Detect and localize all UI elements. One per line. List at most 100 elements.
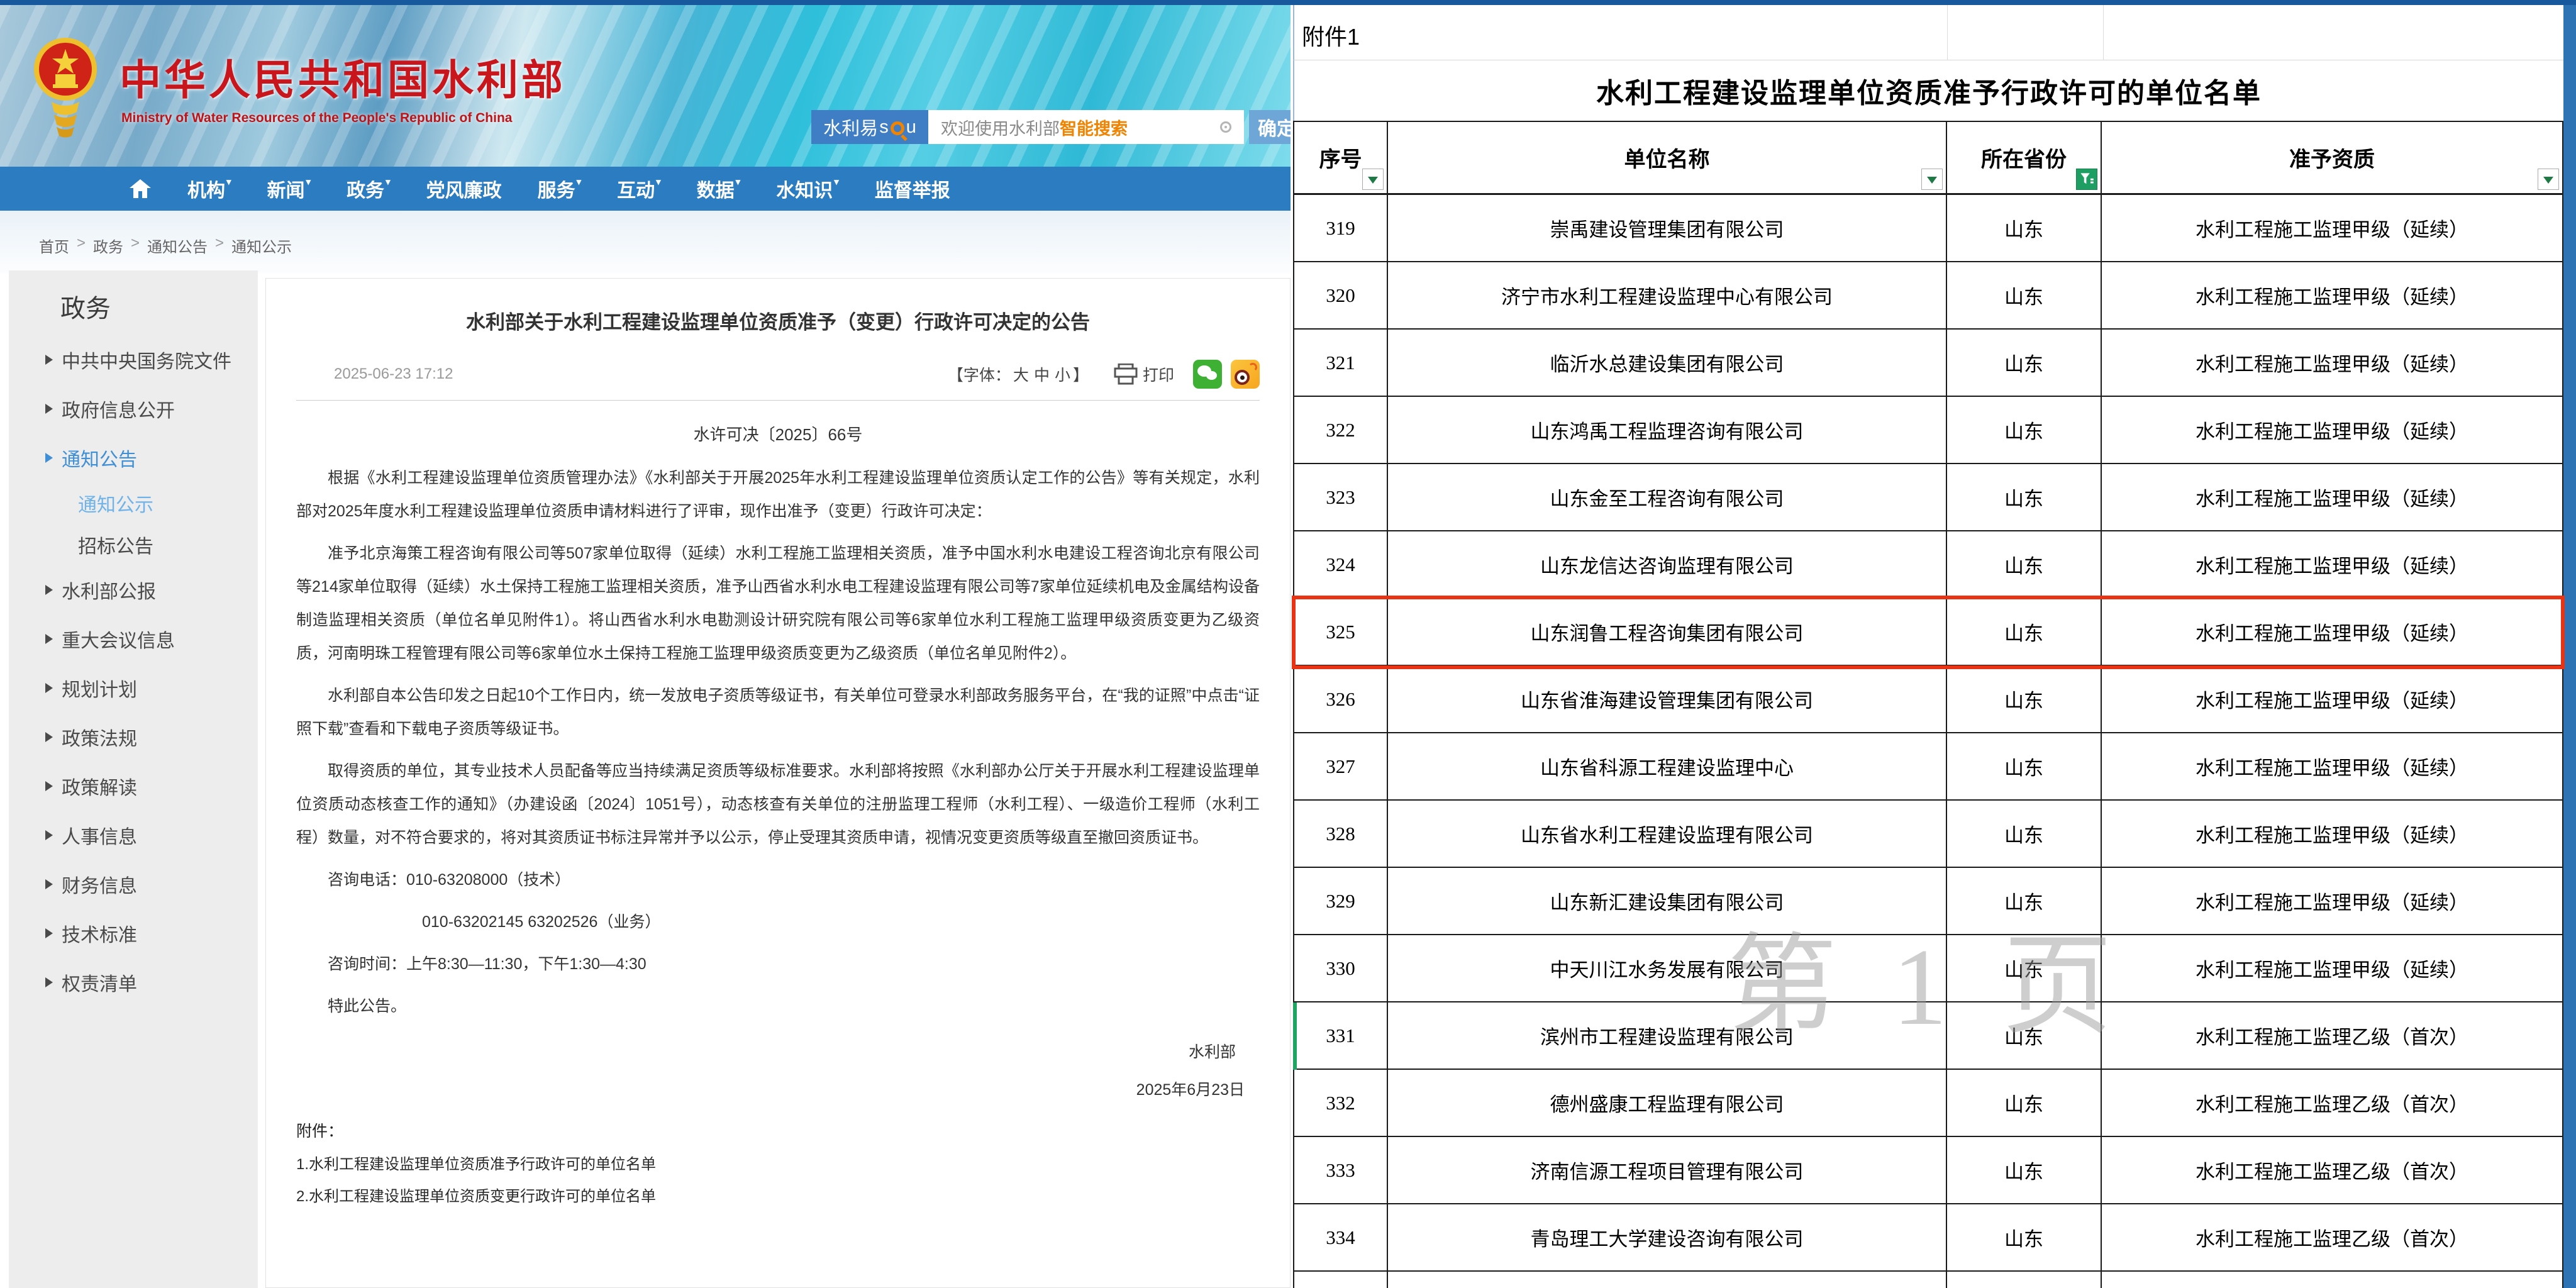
sidebar-item-1[interactable]: 中共中央国务院文件 — [45, 346, 258, 374]
cell-seq[interactable]: 334 — [1294, 1204, 1388, 1270]
cell-province[interactable]: 山东 — [1947, 801, 2102, 867]
sidebar-item-9[interactable]: 政策法规 — [45, 723, 258, 751]
cell-seq[interactable]: 322 — [1294, 397, 1388, 463]
cell-province[interactable]: 山东 — [1947, 1204, 2102, 1270]
breadcrumb-item-3[interactable]: 通知公告 — [147, 235, 208, 257]
cell-name[interactable]: 山东省水利工程建设监理有限公司 — [1388, 801, 1947, 867]
sidebar-item-8[interactable]: 规划计划 — [45, 674, 258, 702]
nav-item-1[interactable]: 机构▾ — [187, 175, 231, 203]
cell-name[interactable]: 滨州市工程建设监理有限公司 — [1388, 1002, 1947, 1069]
nav-item-8[interactable]: 水知识▾ — [776, 175, 839, 203]
font-size-large[interactable]: 大 — [1013, 367, 1029, 384]
cell-seq[interactable]: 324 — [1294, 531, 1388, 597]
cell-seq[interactable]: 329 — [1294, 868, 1388, 934]
filter-dropdown-icon[interactable] — [2538, 169, 2559, 190]
cell-province[interactable]: 山东 — [1947, 868, 2102, 934]
cell-name[interactable]: 山东润鲁工程咨询集团有限公司 — [1388, 599, 1947, 665]
filter-dropdown-icon[interactable] — [1362, 169, 1384, 190]
sidebar-item-7[interactable]: 重大会议信息 — [45, 625, 258, 653]
nav-item-9[interactable]: 监督举报 — [875, 175, 950, 203]
cell-seq[interactable]: 331 — [1294, 1002, 1388, 1069]
nav-item-2[interactable]: 新闻▾ — [267, 175, 311, 203]
cell-province[interactable]: 山东 — [1947, 262, 2102, 328]
cell-name[interactable]: 山东金至工程咨询有限公司 — [1388, 464, 1947, 530]
cell-name[interactable]: 青岛理工大学建设咨询有限公司 — [1388, 1204, 1947, 1270]
font-size-small[interactable]: 小 — [1055, 367, 1070, 384]
cell-province[interactable]: 山东 — [1947, 1002, 2102, 1069]
search-input[interactable]: 欢迎使用水利部智能搜索 — [928, 110, 1244, 144]
sidebar-subitem-5[interactable]: 招标公告 — [78, 531, 258, 558]
cell-qualification[interactable]: 水利工程施工监理甲级（延续） — [2102, 330, 2562, 396]
cell-qualification[interactable]: 水利工程施工监理甲级（延续） — [2102, 733, 2562, 799]
column-header-2[interactable]: 单位名称 — [1388, 122, 1947, 193]
cell-seq[interactable]: 321 — [1294, 330, 1388, 396]
cell-province[interactable]: 山东 — [1947, 666, 2102, 732]
cell-province[interactable]: 山东 — [1947, 330, 2102, 396]
column-header-1[interactable]: 序号 — [1294, 122, 1388, 193]
cell-name[interactable]: 山东新汇建设集团有限公司 — [1388, 868, 1947, 934]
cell-name[interactable]: 济宁市水利工程建设监理中心有限公司 — [1388, 262, 1947, 328]
nav-item-6[interactable]: 互动▾ — [617, 175, 661, 203]
sidebar-subitem-4[interactable]: 通知公示 — [78, 489, 258, 517]
cell-qualification[interactable]: 水利工程施工监理甲级（延续） — [2102, 397, 2562, 463]
cell-province[interactable]: 山东 — [1947, 531, 2102, 597]
filter-active-icon[interactable] — [2076, 169, 2097, 190]
cell-seq[interactable]: 319 — [1294, 195, 1388, 261]
cell-qualification[interactable]: 水利工程施工监理甲级（延续） — [2102, 666, 2562, 732]
sidebar-item-3[interactable]: 通知公告 — [45, 444, 258, 472]
cell-name[interactable]: 临沂水总建设集团有限公司 — [1388, 330, 1947, 396]
cell-seq[interactable]: 323 — [1294, 464, 1388, 530]
breadcrumb-item-2[interactable]: 政务 — [93, 235, 123, 257]
sidebar-item-12[interactable]: 财务信息 — [45, 870, 258, 898]
cell-qualification[interactable]: 水利工程施工监理乙级（首次） — [2102, 1137, 2562, 1203]
cell-seq[interactable]: 327 — [1294, 733, 1388, 799]
cell-name[interactable]: 德州盛康工程监理有限公司 — [1388, 1070, 1947, 1136]
voice-search-icon[interactable] — [1220, 121, 1231, 133]
cell-province[interactable]: 山东 — [1947, 397, 2102, 463]
cell-qualification[interactable]: 水利工程施工监理甲级（延续） — [2102, 935, 2562, 1001]
weibo-share-icon[interactable] — [1231, 360, 1260, 389]
cell-qualification[interactable]: 水利工程施工监理甲级（延续） — [2102, 464, 2562, 530]
column-header-4[interactable]: 准予资质 — [2102, 122, 2562, 193]
search-confirm-button[interactable]: 确定 — [1249, 110, 1291, 144]
cell-qualification[interactable]: 水利工程施工监理甲级（延续） — [2102, 195, 2562, 261]
filter-dropdown-icon[interactable] — [1921, 169, 1943, 190]
home-icon[interactable] — [129, 179, 152, 199]
breadcrumb-item-4[interactable]: 通知公示 — [231, 235, 292, 257]
cell-name[interactable]: 中天川江水务发展有限公司 — [1388, 935, 1947, 1001]
cell-seq[interactable]: 330 — [1294, 935, 1388, 1001]
sidebar-item-11[interactable]: 人事信息 — [45, 821, 258, 849]
cell-province[interactable]: 山东 — [1947, 935, 2102, 1001]
attachment-link-2[interactable]: 2.水利工程建设监理单位资质变更行政许可的单位名单 — [296, 1184, 1260, 1206]
column-header-3[interactable]: 所在省份 — [1947, 122, 2102, 193]
cell-qualification[interactable]: 水利工程施工监理甲级（延续） — [2102, 599, 2562, 665]
cell-name[interactable]: 崇禹建设管理集团有限公司 — [1388, 195, 1947, 261]
cell-seq[interactable]: 320 — [1294, 262, 1388, 328]
cell-qualification[interactable]: 水利工程施工监理乙级（首次） — [2102, 1070, 2562, 1136]
cell-qualification[interactable]: 水利工程施工监理甲级（延续） — [2102, 868, 2562, 934]
cell-province[interactable]: 山东 — [1947, 733, 2102, 799]
nav-item-4[interactable]: 党风廉政 — [426, 175, 502, 203]
vertical-scrollbar[interactable] — [2563, 5, 2576, 1288]
cell-name[interactable]: 山东龙信达咨询监理有限公司 — [1388, 531, 1947, 597]
breadcrumb-item-1[interactable]: 首页 — [39, 235, 69, 257]
cell-seq[interactable]: 325 — [1294, 599, 1388, 665]
cell-qualification[interactable]: 水利工程施工监理乙级（首次） — [2102, 1002, 2562, 1069]
cell-seq[interactable]: 332 — [1294, 1070, 1388, 1136]
cell-qualification[interactable]: 水利工程施工监理乙级（首次） — [2102, 1204, 2562, 1270]
cell-province[interactable]: 山东 — [1947, 599, 2102, 665]
cell-qualification[interactable]: 水利工程施工监理甲级（延续） — [2102, 262, 2562, 328]
print-button[interactable]: 打印 — [1114, 363, 1174, 386]
attachment-link-1[interactable]: 1.水利工程建设监理单位资质准予行政许可的单位名单 — [296, 1152, 1260, 1174]
cell-province[interactable]: 山东 — [1947, 1137, 2102, 1203]
cell-name[interactable]: 济南信源工程项目管理有限公司 — [1388, 1137, 1947, 1203]
sidebar-item-14[interactable]: 权责清单 — [45, 969, 258, 996]
cell-province[interactable]: 山东 — [1947, 1070, 2102, 1136]
cell-seq[interactable]: 328 — [1294, 801, 1388, 867]
cell-name[interactable]: 山东省科源工程建设监理中心 — [1388, 733, 1947, 799]
cell-province[interactable]: 山东 — [1947, 464, 2102, 530]
nav-item-7[interactable]: 数据▾ — [697, 175, 741, 203]
cell-province[interactable]: 山东 — [1947, 195, 2102, 261]
cell-qualification[interactable]: 水利工程施工监理甲级（延续） — [2102, 531, 2562, 597]
sidebar-item-13[interactable]: 技术标准 — [45, 919, 258, 947]
